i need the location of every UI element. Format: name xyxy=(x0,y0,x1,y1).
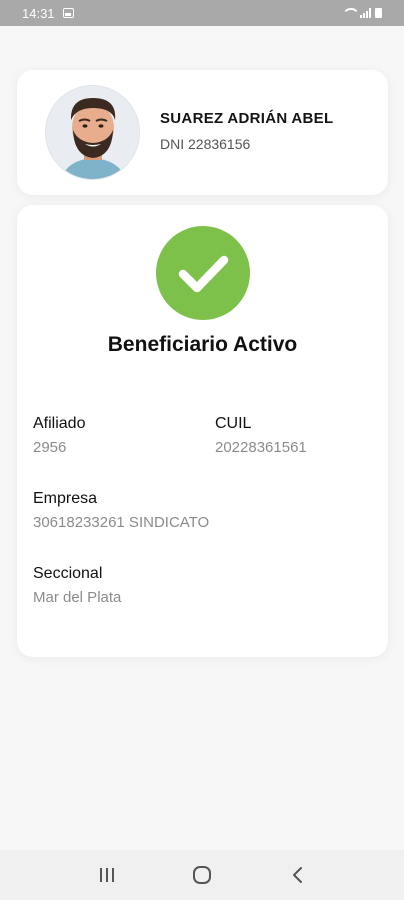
back-button[interactable] xyxy=(277,855,317,895)
field-afiliado: Afiliado 2956 xyxy=(33,415,85,456)
status-time: 14:31 xyxy=(22,5,55,21)
field-empresa: Empresa 30618233261 SINDICATO xyxy=(33,490,209,531)
profile-dni: DNI 22836156 xyxy=(160,135,251,152)
battery-icon xyxy=(375,8,382,18)
field-label-seccional: Seccional xyxy=(33,565,103,582)
field-label-empresa: Empresa xyxy=(33,490,98,507)
profile-name: SUAREZ ADRIÁN ABEL xyxy=(160,109,334,127)
checkmark-icon xyxy=(178,255,229,293)
beneficiary-status-card: Beneficiario Activo Afiliado 2956 CUIL 2… xyxy=(17,205,388,657)
field-label-cuil: CUIL xyxy=(215,415,252,432)
check-circle-icon xyxy=(156,226,250,320)
wifi-icon xyxy=(342,8,360,18)
back-icon xyxy=(292,867,302,883)
gallery-notification-icon xyxy=(62,8,74,18)
field-value-cuil: 20228361561 xyxy=(215,439,307,456)
recents-icon xyxy=(100,868,115,882)
navigation-bar xyxy=(0,850,404,900)
profile-card: SUAREZ ADRIÁN ABEL DNI 22836156 xyxy=(17,70,388,195)
field-label-afiliado: Afiliado xyxy=(33,415,86,432)
recents-button[interactable] xyxy=(87,855,127,895)
status-bar-right xyxy=(342,8,382,18)
field-value-seccional: Mar del Plata xyxy=(33,589,122,606)
field-seccional: Seccional Mar del Plata xyxy=(33,565,121,606)
field-value-empresa: 30618233261 SINDICATO xyxy=(33,514,210,531)
avatar xyxy=(45,85,140,180)
status-bar: 14:31 xyxy=(0,0,404,26)
avatar-photo xyxy=(46,86,139,179)
status-title: Beneficiario Activo xyxy=(107,333,298,356)
signal-icon xyxy=(360,8,371,18)
status-bar-left: 14:31 xyxy=(22,6,74,21)
field-cuil: CUIL 20228361561 xyxy=(215,415,307,456)
profile-text: SUAREZ ADRIÁN ABEL DNI 22836156 xyxy=(160,110,333,152)
field-value-afiliado: 2956 xyxy=(33,439,67,456)
home-button[interactable] xyxy=(182,855,222,895)
home-icon xyxy=(192,866,211,884)
